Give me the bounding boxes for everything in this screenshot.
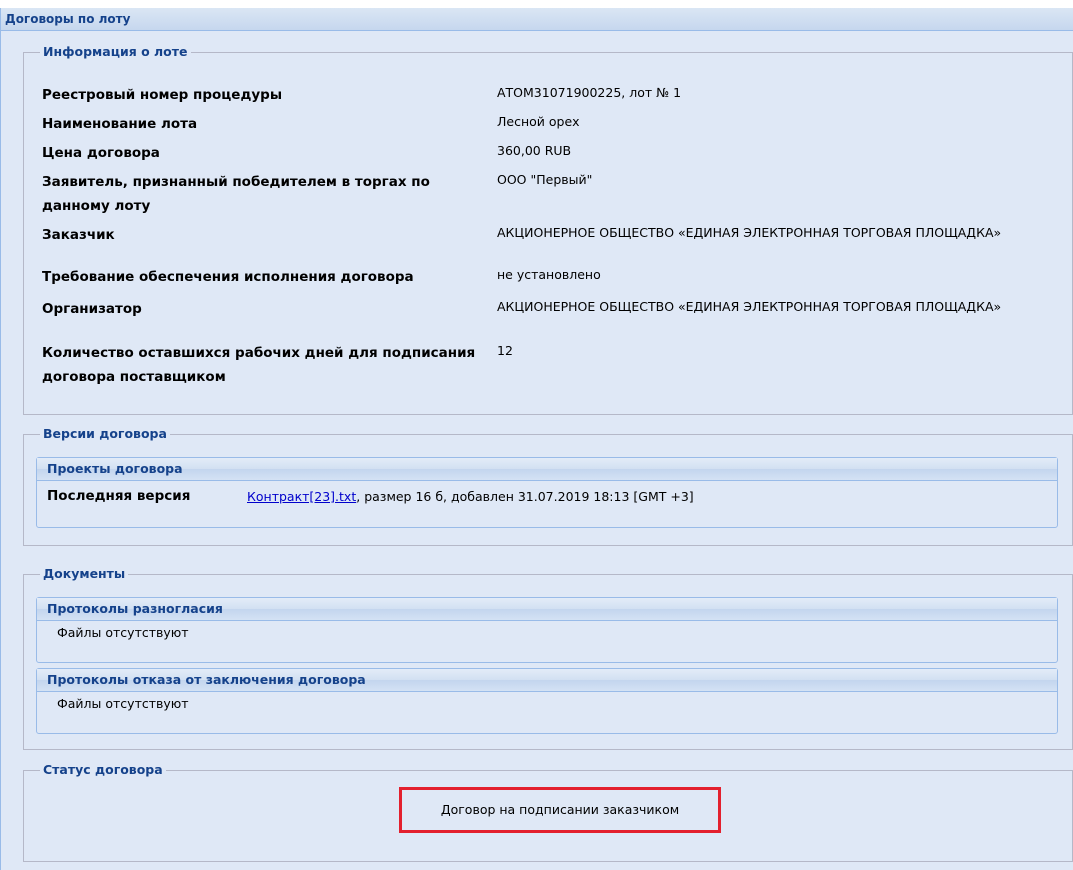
contract-status-box: Договор на подписании заказчиком: [399, 787, 721, 833]
contract-status-text: Договор на подписании заказчиком: [440, 802, 680, 817]
contract-projects-title: Проекты договора: [37, 458, 1057, 481]
field-value: АТОМ31071900225, лот № 1: [497, 85, 682, 100]
empty-files-text: Файлы отсутствуют: [57, 696, 189, 711]
disagreement-protocols-title: Протоколы разногласия: [37, 598, 1057, 621]
field-label: Требование обеспечения исполнения догово…: [42, 269, 414, 285]
field-label: Количество оставшихся рабочих дней для п…: [42, 345, 476, 385]
latest-version-label: Последняя версия: [47, 488, 191, 504]
lot-info-legend: Информация о лоте: [40, 44, 191, 60]
field-value: 12: [497, 343, 513, 358]
lot-info-fieldset: Информация о лоте Реестровый номер проце…: [23, 44, 1073, 415]
contract-file-info: , размер 16 б, добавлен 31.07.2019 18:13…: [356, 489, 694, 504]
field-value: 360,00 RUB: [497, 143, 572, 158]
field-label: Реестровый номер процедуры: [42, 87, 283, 103]
field-label: Наименование лота: [42, 116, 198, 132]
field-label: Заказчик: [42, 227, 115, 243]
panel-title: Договоры по лоту: [1, 8, 1073, 31]
disagreement-protocols-panel: Протоколы разногласия Файлы отсутствуют: [36, 597, 1058, 663]
status-fieldset: Статус договора Договор на подписании за…: [23, 762, 1073, 862]
documents-legend: Документы: [40, 566, 129, 582]
field-value: не установлено: [497, 267, 601, 282]
empty-files-text: Файлы отсутствуют: [57, 625, 189, 640]
versions-fieldset: Версии договора Проекты договора Последн…: [23, 426, 1073, 546]
contract-projects-panel: Проекты договора Последняя версия Контра…: [36, 457, 1058, 528]
contract-file-link[interactable]: Контракт[23].txt: [247, 489, 356, 504]
field-value: АКЦИОНЕРНОЕ ОБЩЕСТВО «ЕДИНАЯ ЭЛЕКТРОННАЯ…: [497, 299, 1002, 314]
field-label: Цена договора: [42, 145, 160, 161]
documents-fieldset: Документы Протоколы разногласия Файлы от…: [23, 566, 1073, 750]
contracts-panel: Договоры по лоту Информация о лоте Реест…: [0, 8, 1073, 870]
field-label: Заявитель, признанный победителем в торг…: [42, 174, 430, 214]
field-value: АКЦИОНЕРНОЕ ОБЩЕСТВО «ЕДИНАЯ ЭЛЕКТРОННАЯ…: [497, 225, 1002, 240]
status-legend: Статус договора: [40, 762, 166, 778]
field-value: ООО "Первый": [497, 172, 593, 187]
field-value: Лесной орех: [497, 114, 580, 129]
refusal-protocols-title: Протоколы отказа от заключения договора: [37, 669, 1057, 692]
refusal-protocols-panel: Протоколы отказа от заключения договора …: [36, 668, 1058, 734]
field-label: Организатор: [42, 301, 142, 317]
versions-legend: Версии договора: [40, 426, 170, 442]
latest-version-value: Контракт[23].txt, размер 16 б, добавлен …: [247, 489, 694, 504]
